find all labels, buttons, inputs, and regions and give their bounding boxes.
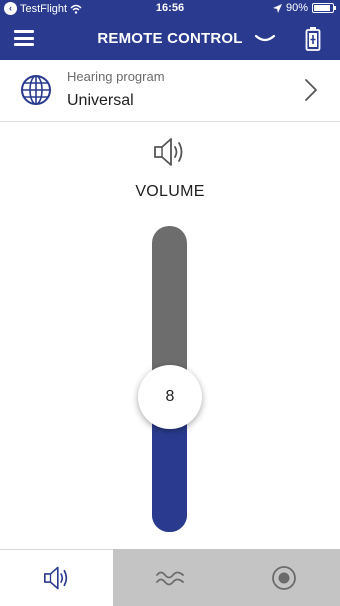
target-icon — [271, 565, 296, 590]
speaker-icon — [154, 138, 183, 166]
globe-icon — [21, 75, 51, 105]
hearing-program-value: Universal — [67, 92, 134, 109]
volume-value: 8 — [165, 388, 175, 406]
hearing-program-selector[interactable]: Hearing program Universal — [0, 60, 340, 122]
location-icon — [272, 3, 282, 13]
volume-slider-handle[interactable]: 8 — [138, 365, 202, 430]
tab-bar — [0, 549, 340, 606]
volume-label: VOLUME — [135, 183, 205, 200]
battery-percent: 90% — [285, 2, 308, 14]
hearing-aid-battery-icon[interactable] — [305, 26, 321, 52]
waves-icon — [156, 571, 184, 585]
chevron-down-icon[interactable] — [254, 30, 276, 48]
tab-focus[interactable] — [227, 549, 340, 606]
status-bar: ‹ TestFlight 16:56 90% — [0, 0, 340, 18]
tab-sound-settings[interactable] — [113, 549, 227, 606]
page-title: REMOTE CONTROL — [97, 30, 243, 47]
battery-icon — [312, 3, 336, 13]
speaker-icon — [43, 566, 67, 590]
chevron-right-icon — [305, 79, 317, 101]
navigation-bar: REMOTE CONTROL — [0, 18, 340, 60]
hearing-program-label: Hearing program — [67, 69, 165, 84]
hamburger-menu-icon[interactable] — [14, 30, 34, 46]
tab-volume[interactable] — [0, 549, 113, 606]
